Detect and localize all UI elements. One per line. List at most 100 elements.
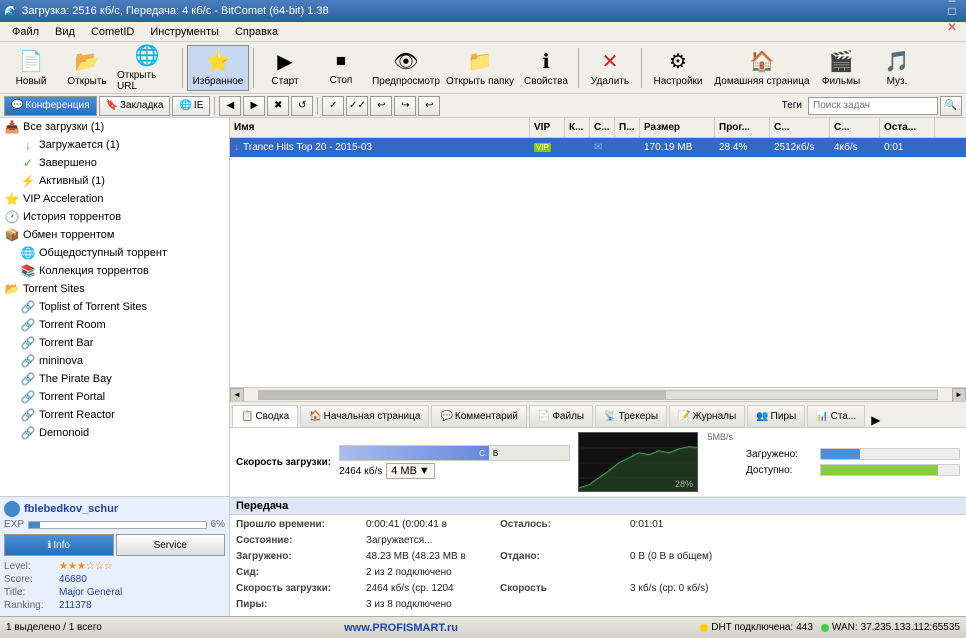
col-p[interactable]: П... [615, 118, 640, 137]
new-button[interactable]: 📄 Новый [4, 45, 58, 91]
bottom-tab-files[interactable]: 📄 Файлы [529, 405, 593, 427]
favorites-button[interactable]: ⭐ Избранное [187, 45, 249, 91]
col-size[interactable]: Размер [640, 118, 715, 137]
nav-stop-button[interactable]: ✖ [267, 96, 289, 116]
cell-vip: VIP [530, 138, 565, 157]
nav-back-button[interactable]: ◀ [219, 96, 241, 116]
bottom-tab-trackers[interactable]: 📡 Трекеры [595, 405, 667, 427]
bottom-tab-stats[interactable]: 📊 Ста... [807, 405, 865, 427]
bottom-tab-comments[interactable]: 💬 Комментарий [431, 405, 526, 427]
nav-refresh-button[interactable]: ↺ [291, 96, 313, 116]
sidebar-item-collection[interactable]: 📚 Коллекция торрентов [0, 262, 229, 280]
nav-redo-button[interactable]: ↪ [394, 96, 416, 116]
search-input[interactable] [808, 97, 938, 115]
nav-check-button[interactable]: ✓ [322, 96, 344, 116]
scroll-track[interactable] [258, 390, 938, 400]
col-vip[interactable]: VIP [530, 118, 565, 137]
cell-k [565, 138, 590, 157]
sidebar-item-piratebay[interactable]: 🔗 The Pirate Bay [0, 370, 229, 388]
titlebar-title: 🌊 Загрузка: 2516 кб/с, Передача: 4 кб/с … [4, 5, 329, 18]
menu-file[interactable]: Файл [4, 24, 47, 40]
sidebar-item-active[interactable]: ⚡ Активный (1) [0, 172, 229, 190]
scroll-thumb[interactable] [259, 391, 666, 399]
start-button[interactable]: ▶ Старт [258, 45, 312, 91]
scroll-right-arrow[interactable]: ► [952, 388, 966, 402]
sidebar-item-exchange[interactable]: 📦 Обмен торрентом [0, 226, 229, 244]
more-tabs-button[interactable]: ▶ [867, 413, 884, 427]
music-button[interactable]: 🎵 Муз. [870, 45, 924, 91]
col-remain[interactable]: Оста... [880, 118, 935, 137]
nav-undo-button[interactable]: ↩ [370, 96, 392, 116]
dht-dot [700, 624, 708, 632]
status-center-link[interactable]: www.PROFISMART.ru [110, 622, 692, 634]
sidebar-item-toplist[interactable]: 🔗 Toplist of Torrent Sites [0, 298, 229, 316]
sidebar-item-torrent-bar[interactable]: 🔗 Torrent Bar [0, 334, 229, 352]
user-tab-info[interactable]: ℹ Info [4, 534, 114, 556]
sidebar-item-vip[interactable]: ⭐ VIP Acceleration [0, 190, 229, 208]
settings-button[interactable]: ⚙ Настройки [646, 45, 710, 91]
sidebar-item-mininova[interactable]: 🔗 mininova [0, 352, 229, 370]
open-button[interactable]: 📂 Открыть [60, 45, 114, 91]
sidebar-item-torrent-sites[interactable]: 📂 Torrent Sites [0, 280, 229, 298]
list-hscrollbar[interactable]: ◄ ► [230, 387, 966, 401]
bottom-tab-peers[interactable]: 👥 Пиры [747, 405, 805, 427]
sidebar-item-history[interactable]: 🕐 История торрентов [0, 208, 229, 226]
table-row[interactable]: ↓ Trance Hits Top 20 - 2015-03 VIP ✉ 170… [230, 138, 966, 158]
col-name[interactable]: Имя [230, 118, 530, 137]
col-k[interactable]: К... [565, 118, 590, 137]
sidebar-item-completed[interactable]: ✓ Завершено [0, 154, 229, 172]
delete-button[interactable]: ✕ Удалить [583, 45, 637, 91]
menu-help[interactable]: Справка [227, 24, 286, 40]
nav-check2-button[interactable]: ✓✓ [346, 96, 368, 116]
user-stat-title: Title: Major General [4, 586, 225, 599]
speed-bar-area: C B 2464 кб/s 4 MB ▼ [339, 445, 570, 479]
sidebar-item-all[interactable]: 📥 Все загрузки (1) [0, 118, 229, 136]
col-ul-speed[interactable]: С... [830, 118, 880, 137]
tab-bookmark[interactable]: 🔖 Закладка [99, 96, 171, 116]
stop-button[interactable]: ⏹ Стоп [314, 45, 368, 91]
user-tab-service[interactable]: Service [116, 534, 226, 556]
preview-button[interactable]: 👁 Предпросмотр [370, 45, 442, 91]
tab-ie[interactable]: 🌐 IE [172, 96, 210, 116]
comments-icon: 💬 [440, 411, 452, 422]
sidebar-item-public[interactable]: 🌐 Общедоступный торрент [0, 244, 229, 262]
speed-section: Скорость загрузки: C B 2464 кб/s 4 MB [230, 428, 966, 497]
speed-value: 2464 кб/s [339, 466, 382, 477]
speed-graph: 28% [578, 432, 698, 492]
open-folder-button[interactable]: 📁 Открыть папку [444, 45, 516, 91]
preview-icon: 👁 [393, 49, 418, 74]
search-button[interactable]: 🔍 [940, 96, 962, 116]
col-dl-speed[interactable]: С... [770, 118, 830, 137]
user-stat-level: Level: ★★★☆☆☆ [4, 560, 225, 573]
sidebar-item-demonoid[interactable]: 🔗 Demonoid [0, 424, 229, 442]
sidebar-item-torrent-portal[interactable]: 🔗 Torrent Portal [0, 388, 229, 406]
bottom-tab-summary[interactable]: 📋 Сводка [232, 405, 298, 427]
tab-conference[interactable]: 💬 Конференция [4, 96, 97, 116]
sidebar-item-downloading[interactable]: ↓ Загружается (1) [0, 136, 229, 154]
movies-button[interactable]: 🎬 Фильмы [814, 45, 868, 91]
menu-cometid[interactable]: CometID [83, 24, 142, 40]
user-score[interactable]: 46680 [59, 574, 87, 585]
col-progress[interactable]: Прог... [715, 118, 770, 137]
bottom-tab-homepage[interactable]: 🏠 Начальная страница [300, 405, 429, 427]
transfer-grid: Прошло времени: 0:00:41 (0:00:41 в Остал… [230, 515, 966, 612]
sidebar-item-torrent-reactor[interactable]: 🔗 Torrent Reactor [0, 406, 229, 424]
col-s[interactable]: С... [590, 118, 615, 137]
maximize-button[interactable]: □ [942, 3, 962, 19]
wan-dot [821, 624, 829, 632]
bottom-tab-logs[interactable]: 📝 Журналы [669, 405, 745, 427]
scroll-left-arrow[interactable]: ◄ [230, 388, 244, 402]
properties-button[interactable]: ℹ Свойства [518, 45, 574, 91]
nav-undoredo-button[interactable]: ↩ [418, 96, 440, 116]
sidebar-item-torrent-room[interactable]: 🔗 Torrent Room [0, 316, 229, 334]
buffer-dropdown[interactable]: 4 MB ▼ [386, 463, 435, 479]
delete-icon: ✕ [602, 49, 619, 74]
menu-tools[interactable]: Инструменты [142, 24, 227, 40]
toolbar-sep-2 [253, 48, 254, 88]
close-button[interactable]: ✕ [942, 19, 962, 35]
home-button[interactable]: 🏠 Домашняя страница [712, 45, 812, 91]
nav-forward-button[interactable]: ▶ [243, 96, 265, 116]
menu-view[interactable]: Вид [47, 24, 83, 40]
exchange-icon: 📦 [4, 228, 20, 242]
open-url-button[interactable]: 🌐 Открыть URL [116, 45, 178, 91]
